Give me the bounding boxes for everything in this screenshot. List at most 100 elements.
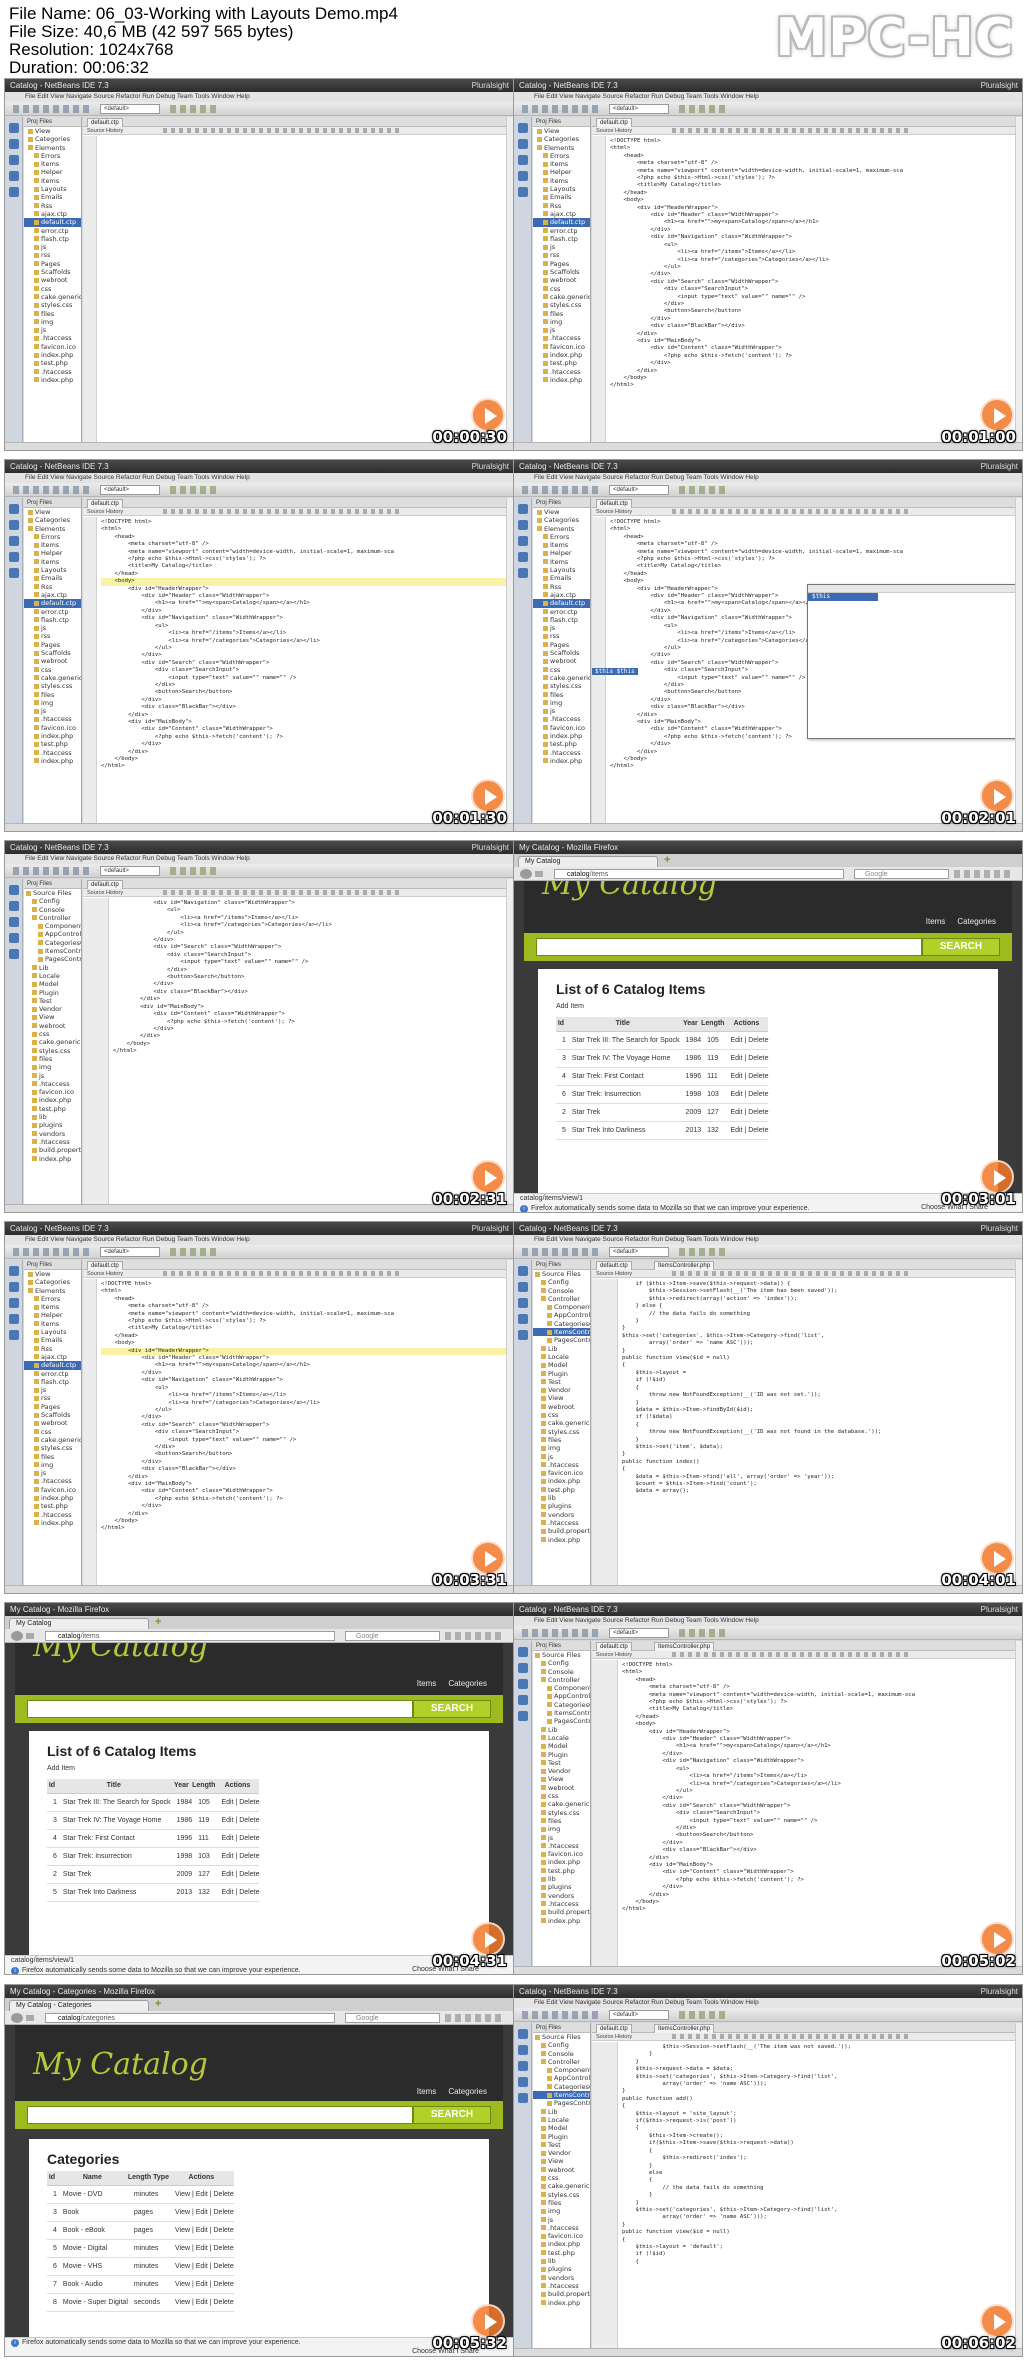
side-strip-icon[interactable] [517,155,528,165]
project-tabs[interactable]: Proj Files [24,498,81,508]
project-tabs[interactable]: Proj Files [533,1260,590,1270]
tree-item[interactable]: .htaccess [533,2282,590,2290]
config-combo[interactable]: <default> [609,104,669,114]
tree-item[interactable]: js [533,1453,590,1461]
tree-item[interactable]: files [24,1055,81,1063]
nav-link-categories[interactable]: Categories [957,917,996,926]
tree-item[interactable]: js [24,1072,81,1080]
tree-item[interactable]: webroot [533,1784,590,1792]
side-strip-icon[interactable] [8,1266,19,1276]
tree-item[interactable]: cake.generic [24,1436,81,1444]
tree-item[interactable]: Items [24,177,81,185]
editor-toolbar-icons[interactable] [163,128,403,133]
tab-default-ctp[interactable]: default.ctp [596,1261,632,1270]
tree-item[interactable]: index.php [533,2299,590,2307]
row-actions[interactable]: Edit | Delete [724,1103,769,1122]
tree-item[interactable]: js [533,326,590,334]
column-header[interactable]: Year [170,1779,193,1794]
tree-item[interactable]: default.ctp [24,1361,81,1370]
column-header[interactable]: Length [701,1017,725,1032]
tree-item[interactable]: CategoriesCont [533,1320,590,1328]
side-strip-icon[interactable] [517,1266,528,1276]
back-button[interactable] [11,2013,23,2023]
tree-item[interactable]: img [533,318,590,326]
tree-item[interactable]: Config [533,1659,590,1667]
side-strip-icon[interactable] [517,1282,528,1292]
toolbar-icons[interactable] [13,105,93,113]
tree-item[interactable]: Vendor [533,1386,590,1394]
tree-item[interactable]: Errors [533,533,590,541]
tree-item[interactable]: .htaccess [533,749,590,757]
project-tabs[interactable]: Proj Files [533,1641,590,1651]
side-strip-icon[interactable] [517,171,528,181]
tree-item[interactable]: cake.generic [533,1419,590,1427]
tree-item[interactable]: vendors [533,1892,590,1900]
tree-item[interactable]: Items [24,541,81,549]
tree-item[interactable]: Locale [24,972,81,980]
browser-tab[interactable]: My Catalog - Categories [9,2000,149,2011]
tree-item[interactable]: index.php [24,1519,81,1527]
nav-icons[interactable] [954,870,1014,878]
tree-item[interactable]: test.php [533,359,590,367]
tree-item[interactable]: css [533,2174,590,2182]
tree-item[interactable]: Test [24,997,81,1005]
tree-item[interactable]: build.properties [24,1146,81,1154]
editor-scrollbar[interactable] [1015,117,1022,442]
tree-item[interactable]: test.php [533,740,590,748]
tree-item[interactable]: View [533,1394,590,1402]
tree-item[interactable]: Categories [24,135,81,143]
tree-item[interactable]: files [533,1436,590,1444]
tree-item[interactable]: Rss [24,583,81,591]
site-search-button[interactable]: SEARCH [413,1700,491,1718]
tree-item[interactable]: css [24,1030,81,1038]
config-combo[interactable]: <default> [609,1628,669,1638]
menu-bar[interactable]: File Edit View Navigate Source Refactor … [5,92,513,102]
row-actions[interactable]: Edit | Delete [215,1883,260,1902]
tree-item[interactable]: js [533,707,590,715]
tree-item[interactable]: Controller [24,914,81,922]
nav-link-categories[interactable]: Categories [448,1679,487,1688]
window-controls[interactable]: Pluralsight [981,1985,1018,1998]
tree-item[interactable]: Errors [533,152,590,160]
side-strip-icon[interactable] [8,155,19,165]
tab-items-controller[interactable]: ItemsController.php [654,1261,715,1270]
side-strip-icon[interactable] [8,1330,19,1340]
tree-item[interactable]: index.php [533,1917,590,1925]
row-actions[interactable]: View | Edit | Delete [168,2203,234,2222]
tree-item[interactable]: Config [533,1278,590,1286]
tree-item[interactable]: Lib [533,2108,590,2116]
play-overlay-icon[interactable] [471,1541,505,1575]
tree-item[interactable]: Scaffolds [533,649,590,657]
tree-item[interactable]: Model [533,2124,590,2132]
forward-button[interactable] [26,1633,34,1639]
run-icons[interactable] [170,105,220,113]
toolbar-icons[interactable] [13,1248,93,1256]
column-header[interactable]: Length Type [127,2171,169,2186]
tree-item[interactable]: css [533,1792,590,1800]
tree-item[interactable]: Lib [533,1726,590,1734]
tree-item[interactable]: Console [533,1287,590,1295]
row-actions[interactable]: Edit | Delete [215,1847,260,1866]
side-strip-icon[interactable] [8,1314,19,1324]
tree-item[interactable]: error.ctp [24,608,81,616]
tree-item[interactable]: index.php [24,351,81,359]
tree-item[interactable]: build.properties [533,1527,590,1535]
add-item-link[interactable]: Add Item [47,1765,75,1772]
column-header[interactable]: Actions [168,2171,234,2186]
tree-item[interactable]: files [533,1817,590,1825]
tree-item[interactable]: Layouts [533,566,590,574]
tree-item[interactable]: AppController [533,2074,590,2082]
tree-item[interactable]: ItemsController [533,1709,590,1717]
tree-item[interactable]: index.php [533,351,590,359]
tree-item[interactable]: .htaccess [24,749,81,757]
editor-toolbar-icons[interactable] [163,890,403,895]
config-combo[interactable]: <default> [100,485,160,495]
tree-item[interactable]: .htaccess [24,1511,81,1519]
forward-button[interactable] [26,2015,34,2021]
tree-item[interactable]: files [533,310,590,318]
tree-item[interactable]: cake.generic [24,1038,81,1046]
editor-toolbar-icons[interactable] [672,509,912,514]
forward-button[interactable] [535,871,543,877]
tab-items-controller[interactable]: ItemsController.php [654,2024,715,2033]
side-strip-icon[interactable] [517,139,528,149]
